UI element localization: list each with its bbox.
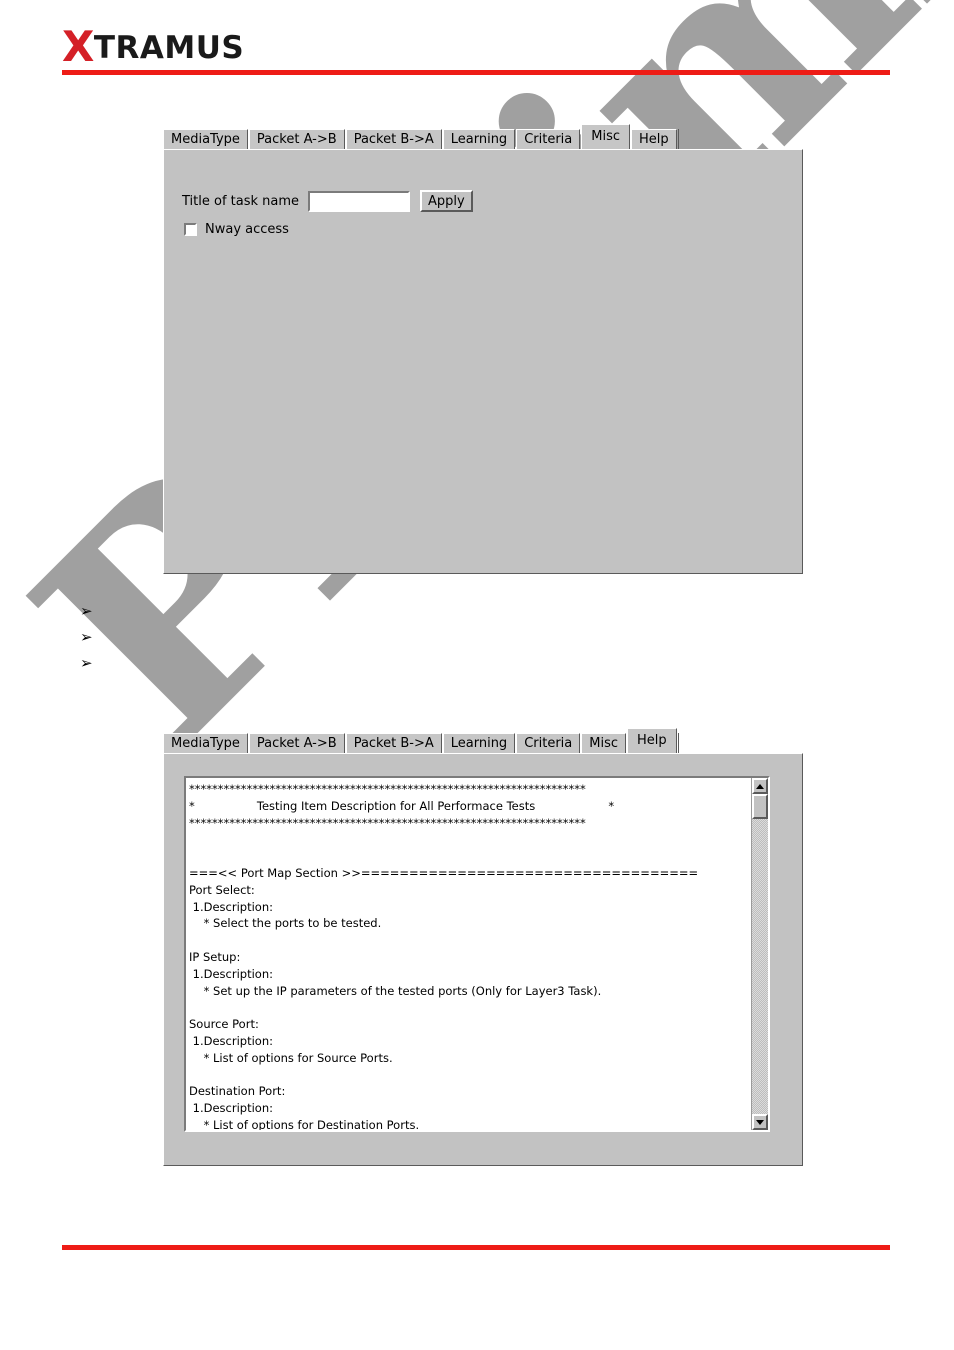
- title-of-task-name-input[interactable]: [308, 190, 410, 212]
- tab-packet-b-to-a[interactable]: Packet B->A: [345, 733, 442, 753]
- tab-learning[interactable]: Learning: [442, 733, 516, 753]
- tab-help[interactable]: Help: [631, 129, 677, 149]
- scrollbar-track[interactable]: [752, 794, 768, 1114]
- help-text-content: ****************************************…: [189, 782, 699, 1130]
- list-item: ➢: [80, 598, 107, 624]
- nway-access-label: Nway access: [205, 222, 289, 237]
- apply-button[interactable]: Apply: [420, 190, 473, 212]
- misc-tabstrip: MediaType Packet A->B Packet B->A Learni…: [163, 124, 803, 149]
- tab-misc[interactable]: Misc: [581, 733, 626, 753]
- logo-wordmark: TRAMUS: [93, 30, 245, 66]
- tab-packet-a-to-b[interactable]: Packet A->B: [248, 733, 345, 753]
- list-item: ➢: [80, 624, 107, 650]
- tab-packet-b-to-a[interactable]: Packet B->A: [345, 129, 442, 149]
- tab-misc[interactable]: Misc: [581, 124, 630, 149]
- tab-packet-a-to-b[interactable]: Packet A->B: [248, 129, 345, 149]
- misc-tab-panel: MediaType Packet A->B Packet B->A Learni…: [163, 124, 803, 574]
- title-of-task-name-label: Title of task name: [182, 193, 300, 209]
- misc-panel-body: Title of task name Apply Nway access: [163, 149, 803, 574]
- help-vertical-scrollbar[interactable]: [751, 778, 768, 1130]
- arrow-bullet-icon: ➢: [80, 627, 93, 646]
- logo-x-mark: X: [62, 22, 94, 71]
- help-textarea[interactable]: ****************************************…: [184, 776, 770, 1132]
- tab-learning[interactable]: Learning: [442, 129, 516, 149]
- nway-access-row[interactable]: Nway access: [184, 222, 289, 237]
- tab-help[interactable]: Help: [627, 728, 677, 753]
- triangle-down-icon: [756, 1119, 764, 1125]
- xtramus-logo: XTRAMUS: [62, 26, 244, 68]
- triangle-up-icon: [756, 783, 764, 789]
- help-tabstrip: MediaType Packet A->B Packet B->A Learni…: [163, 728, 803, 753]
- header-rule: [62, 70, 890, 75]
- tabstrip-filler: [677, 733, 803, 753]
- tabstrip-filler: [677, 129, 803, 149]
- scroll-down-button[interactable]: [752, 1114, 768, 1130]
- title-of-task-name-row: Title of task name Apply: [182, 190, 473, 212]
- arrow-bullet-icon: ➢: [80, 653, 93, 672]
- footer-rule: [62, 1245, 890, 1250]
- bullet-list: ➢ ➢ ➢: [80, 598, 107, 676]
- nway-access-checkbox[interactable]: [184, 223, 197, 236]
- tab-criteria[interactable]: Criteria: [516, 733, 581, 753]
- arrow-bullet-icon: ➢: [80, 601, 93, 620]
- scroll-up-button[interactable]: [752, 778, 768, 794]
- help-tab-panel: MediaType Packet A->B Packet B->A Learni…: [163, 728, 803, 1166]
- tab-mediatype[interactable]: MediaType: [163, 733, 248, 753]
- list-item: ➢: [80, 650, 107, 676]
- scrollbar-thumb[interactable]: [752, 794, 768, 819]
- help-panel-body: ****************************************…: [163, 753, 803, 1166]
- tab-mediatype[interactable]: MediaType: [163, 129, 248, 149]
- tab-criteria[interactable]: Criteria: [516, 129, 581, 149]
